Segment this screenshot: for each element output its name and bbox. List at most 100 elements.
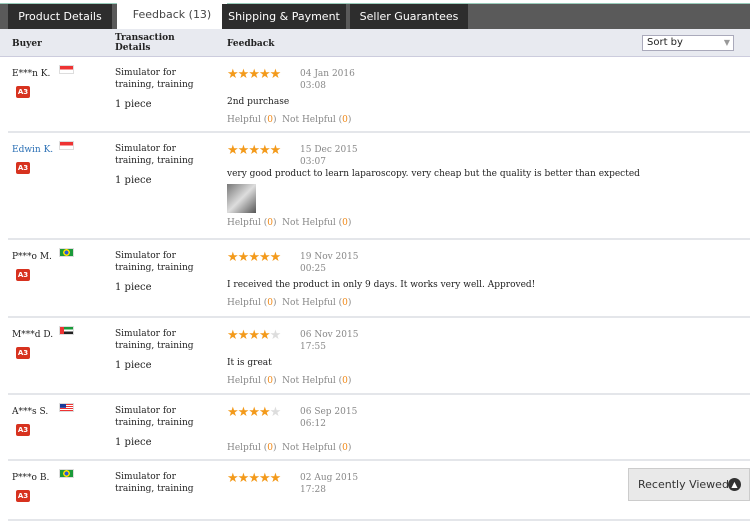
buyer-level-badge: A3 — [16, 269, 30, 281]
chevron-up-icon: ▲ — [728, 478, 741, 491]
helpful-button[interactable]: Helpful — [227, 298, 261, 308]
star-icon: ★ — [258, 249, 271, 264]
review-row: Edwin K. A3 Simulator for training, trai… — [8, 133, 750, 240]
col-transaction: Transaction Details — [115, 33, 175, 53]
not-helpful-button[interactable]: Not Helpful — [282, 298, 336, 308]
quantity: 1 piece — [115, 360, 152, 371]
tab-seller-guarantees[interactable]: Seller Guarantees — [350, 4, 468, 30]
helpful-votes: Helpful (0) Not Helpful (0) — [227, 376, 352, 386]
buyer-name: A***s S. — [12, 407, 49, 417]
review-text: 2nd purchase — [227, 97, 290, 107]
helpful-votes: Helpful (0) Not Helpful (0) — [227, 115, 352, 125]
buyer-name: E***n K. — [12, 69, 51, 79]
star-icon: ★ — [269, 404, 282, 419]
star-icon: ★ — [269, 142, 282, 157]
product-name: Simulator for training, training — [115, 329, 194, 351]
review-date: 04 Jan 2016 03:08 — [300, 69, 355, 91]
review-row: P***o M. A3 Simulator for training, trai… — [8, 240, 750, 318]
tab-product-details[interactable]: Product Details — [8, 4, 112, 30]
sort-by-select[interactable]: Sort by ▼ — [642, 35, 734, 51]
buyer-level-badge: A3 — [16, 86, 30, 98]
buyer-name: P***o B. — [12, 473, 50, 483]
flag-icon — [59, 65, 74, 74]
buyer-name: P***o M. — [12, 252, 52, 262]
star-icon: ★ — [248, 66, 260, 81]
buyer-level-badge: A3 — [16, 490, 30, 502]
star-icon: ★ — [237, 142, 250, 157]
quantity: 1 piece — [115, 99, 152, 110]
review-date: 15 Dec 2015 03:07 — [300, 145, 358, 167]
not-helpful-button[interactable]: Not Helpful — [282, 115, 336, 125]
star-icon: ★ — [258, 470, 271, 485]
flag-icon — [59, 403, 74, 412]
review-text: I received the product in only 9 days. I… — [227, 280, 536, 290]
star-icon: ★ — [237, 470, 250, 485]
review-date: 19 Nov 2015 00:25 — [300, 252, 359, 274]
star-icon: ★ — [258, 142, 271, 157]
product-name: Simulator for training, training — [115, 406, 194, 428]
star-icon: ★ — [248, 249, 260, 264]
review-photo[interactable] — [227, 184, 256, 213]
review-date: 06 Nov 2015 17:55 — [300, 330, 359, 352]
chevron-down-icon: ▼ — [723, 38, 730, 47]
not-helpful-button[interactable]: Not Helpful — [282, 376, 336, 386]
tab-shipping-payment[interactable]: Shipping & Payment — [222, 4, 346, 30]
star-icon: ★ — [237, 66, 250, 81]
col-feedback: Feedback — [227, 39, 275, 49]
quantity: 1 piece — [115, 282, 152, 293]
tab-bar: Product Details Feedback (13) Shipping &… — [0, 2, 750, 30]
recently-viewed-button[interactable]: Recently Viewed ▲ — [628, 468, 750, 501]
buyer-name: M***d D. — [12, 330, 54, 340]
rating-stars: ★★★★★ — [227, 66, 281, 81]
recently-viewed-label: Recently Viewed — [638, 478, 729, 491]
helpful-votes: Helpful (0) Not Helpful (0) — [227, 443, 352, 453]
not-helpful-button[interactable]: Not Helpful — [282, 443, 336, 453]
helpful-button[interactable]: Helpful — [227, 443, 261, 453]
rating-stars: ★★★★★ — [227, 404, 282, 419]
star-icon: ★ — [248, 327, 260, 342]
star-icon: ★ — [227, 327, 239, 342]
star-icon: ★ — [227, 470, 239, 485]
flag-icon — [59, 248, 74, 257]
buyer-name[interactable]: Edwin K. — [12, 145, 53, 155]
review-date: 06 Sep 2015 06:12 — [300, 407, 358, 429]
star-icon: ★ — [227, 404, 239, 419]
star-icon: ★ — [258, 327, 271, 342]
review-text: very good product to learn laparoscopy. … — [227, 169, 640, 179]
helpful-button[interactable]: Helpful — [227, 115, 261, 125]
product-name: Simulator for training, training — [115, 144, 194, 166]
table-header: Buyer Transaction Details Feedback Sort … — [0, 29, 750, 57]
col-buyer: Buyer — [12, 39, 42, 49]
star-icon: ★ — [248, 142, 260, 157]
buyer-level-badge: A3 — [16, 347, 30, 359]
buyer-level-badge: A3 — [16, 162, 30, 174]
flag-icon — [59, 141, 74, 150]
tab-feedback[interactable]: Feedback (13) — [117, 2, 227, 30]
review-row: E***n K. A3 Simulator for training, trai… — [8, 57, 750, 133]
product-name: Simulator for training, training — [115, 472, 194, 494]
star-icon: ★ — [227, 142, 239, 157]
quantity: 1 piece — [115, 175, 152, 186]
product-name: Simulator for training, training — [115, 68, 194, 90]
rating-stars: ★★★★★ — [227, 327, 282, 342]
star-icon: ★ — [269, 327, 282, 342]
helpful-button[interactable]: Helpful — [227, 218, 261, 228]
helpful-votes: Helpful (0) Not Helpful (0) — [227, 298, 352, 308]
review-row: A***s S. A3 Simulator for training, trai… — [8, 395, 750, 461]
helpful-votes: Helpful (0) Not Helpful (0) — [227, 218, 352, 228]
star-icon: ★ — [227, 66, 239, 81]
helpful-button[interactable]: Helpful — [227, 376, 261, 386]
star-icon: ★ — [258, 66, 271, 81]
not-helpful-button[interactable]: Not Helpful — [282, 218, 336, 228]
product-name: Simulator for training, training — [115, 251, 194, 273]
review-row: M***d D. A3 Simulator for training, trai… — [8, 318, 750, 395]
star-icon: ★ — [248, 404, 260, 419]
quantity: 1 piece — [115, 437, 152, 448]
star-icon: ★ — [227, 249, 239, 264]
star-icon: ★ — [269, 249, 282, 264]
star-icon: ★ — [237, 327, 250, 342]
rating-stars: ★★★★★ — [227, 249, 282, 264]
star-icon: ★ — [248, 470, 260, 485]
rating-stars: ★★★★★ — [227, 470, 281, 485]
rating-stars: ★★★★★ — [227, 142, 282, 157]
